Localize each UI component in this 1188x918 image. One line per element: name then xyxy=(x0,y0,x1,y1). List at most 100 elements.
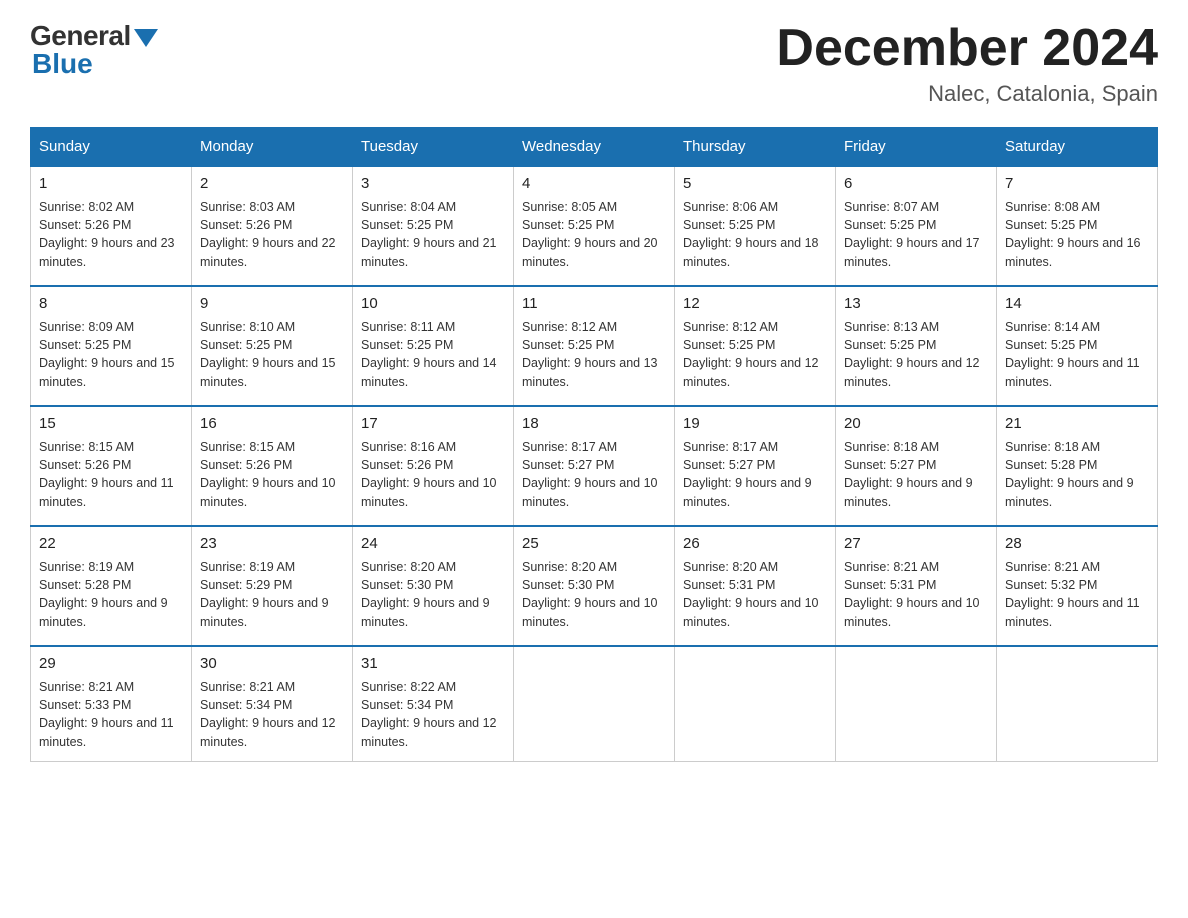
day-number: 3 xyxy=(361,173,505,194)
day-info: Sunrise: 8:22 AMSunset: 5:34 PMDaylight:… xyxy=(361,678,505,751)
logo-arrow-icon xyxy=(134,29,158,47)
day-number: 9 xyxy=(200,293,344,314)
day-info: Sunrise: 8:10 AMSunset: 5:25 PMDaylight:… xyxy=(200,318,344,391)
day-number: 19 xyxy=(683,413,827,434)
calendar-week-row: 29 Sunrise: 8:21 AMSunset: 5:33 PMDaylig… xyxy=(31,646,1158,761)
day-info: Sunrise: 8:15 AMSunset: 5:26 PMDaylight:… xyxy=(39,438,183,511)
day-number: 7 xyxy=(1005,173,1149,194)
calendar-cell: 15 Sunrise: 8:15 AMSunset: 5:26 PMDaylig… xyxy=(31,406,192,526)
day-info: Sunrise: 8:21 AMSunset: 5:34 PMDaylight:… xyxy=(200,678,344,751)
day-number: 26 xyxy=(683,533,827,554)
day-number: 16 xyxy=(200,413,344,434)
day-number: 22 xyxy=(39,533,183,554)
title-section: December 2024 Nalec, Catalonia, Spain xyxy=(776,20,1158,107)
day-number: 1 xyxy=(39,173,183,194)
day-number: 10 xyxy=(361,293,505,314)
calendar-cell: 17 Sunrise: 8:16 AMSunset: 5:26 PMDaylig… xyxy=(353,406,514,526)
calendar-cell: 6 Sunrise: 8:07 AMSunset: 5:25 PMDayligh… xyxy=(836,166,997,286)
day-info: Sunrise: 8:19 AMSunset: 5:29 PMDaylight:… xyxy=(200,558,344,631)
day-info: Sunrise: 8:12 AMSunset: 5:25 PMDaylight:… xyxy=(683,318,827,391)
day-info: Sunrise: 8:03 AMSunset: 5:26 PMDaylight:… xyxy=(200,198,344,271)
calendar-week-row: 22 Sunrise: 8:19 AMSunset: 5:28 PMDaylig… xyxy=(31,526,1158,646)
calendar-cell: 10 Sunrise: 8:11 AMSunset: 5:25 PMDaylig… xyxy=(353,286,514,406)
day-info: Sunrise: 8:07 AMSunset: 5:25 PMDaylight:… xyxy=(844,198,988,271)
day-number: 14 xyxy=(1005,293,1149,314)
header-friday: Friday xyxy=(836,128,997,167)
calendar-cell: 23 Sunrise: 8:19 AMSunset: 5:29 PMDaylig… xyxy=(192,526,353,646)
day-info: Sunrise: 8:02 AMSunset: 5:26 PMDaylight:… xyxy=(39,198,183,271)
header-monday: Monday xyxy=(192,128,353,167)
header-sunday: Sunday xyxy=(31,128,192,167)
calendar-cell: 28 Sunrise: 8:21 AMSunset: 5:32 PMDaylig… xyxy=(997,526,1158,646)
logo: General Blue xyxy=(30,20,158,80)
day-number: 31 xyxy=(361,653,505,674)
day-number: 21 xyxy=(1005,413,1149,434)
calendar-cell: 8 Sunrise: 8:09 AMSunset: 5:25 PMDayligh… xyxy=(31,286,192,406)
calendar-cell: 19 Sunrise: 8:17 AMSunset: 5:27 PMDaylig… xyxy=(675,406,836,526)
calendar-cell: 27 Sunrise: 8:21 AMSunset: 5:31 PMDaylig… xyxy=(836,526,997,646)
calendar-cell: 20 Sunrise: 8:18 AMSunset: 5:27 PMDaylig… xyxy=(836,406,997,526)
day-info: Sunrise: 8:18 AMSunset: 5:28 PMDaylight:… xyxy=(1005,438,1149,511)
calendar-week-row: 15 Sunrise: 8:15 AMSunset: 5:26 PMDaylig… xyxy=(31,406,1158,526)
location-subtitle: Nalec, Catalonia, Spain xyxy=(776,81,1158,107)
calendar-cell: 16 Sunrise: 8:15 AMSunset: 5:26 PMDaylig… xyxy=(192,406,353,526)
calendar-header-row: SundayMondayTuesdayWednesdayThursdayFrid… xyxy=(31,128,1158,167)
day-number: 11 xyxy=(522,293,666,314)
day-number: 20 xyxy=(844,413,988,434)
calendar-cell: 24 Sunrise: 8:20 AMSunset: 5:30 PMDaylig… xyxy=(353,526,514,646)
day-number: 28 xyxy=(1005,533,1149,554)
logo-blue-text: Blue xyxy=(32,48,93,80)
day-number: 25 xyxy=(522,533,666,554)
header-saturday: Saturday xyxy=(997,128,1158,167)
day-number: 29 xyxy=(39,653,183,674)
calendar-cell: 11 Sunrise: 8:12 AMSunset: 5:25 PMDaylig… xyxy=(514,286,675,406)
day-info: Sunrise: 8:08 AMSunset: 5:25 PMDaylight:… xyxy=(1005,198,1149,271)
day-info: Sunrise: 8:17 AMSunset: 5:27 PMDaylight:… xyxy=(683,438,827,511)
header-tuesday: Tuesday xyxy=(353,128,514,167)
calendar-cell: 29 Sunrise: 8:21 AMSunset: 5:33 PMDaylig… xyxy=(31,646,192,761)
day-info: Sunrise: 8:16 AMSunset: 5:26 PMDaylight:… xyxy=(361,438,505,511)
day-number: 12 xyxy=(683,293,827,314)
calendar-week-row: 1 Sunrise: 8:02 AMSunset: 5:26 PMDayligh… xyxy=(31,166,1158,286)
day-number: 24 xyxy=(361,533,505,554)
calendar-cell: 4 Sunrise: 8:05 AMSunset: 5:25 PMDayligh… xyxy=(514,166,675,286)
day-info: Sunrise: 8:20 AMSunset: 5:30 PMDaylight:… xyxy=(361,558,505,631)
calendar-cell: 18 Sunrise: 8:17 AMSunset: 5:27 PMDaylig… xyxy=(514,406,675,526)
day-number: 23 xyxy=(200,533,344,554)
calendar-cell: 9 Sunrise: 8:10 AMSunset: 5:25 PMDayligh… xyxy=(192,286,353,406)
calendar-cell xyxy=(514,646,675,761)
day-info: Sunrise: 8:15 AMSunset: 5:26 PMDaylight:… xyxy=(200,438,344,511)
calendar-cell: 30 Sunrise: 8:21 AMSunset: 5:34 PMDaylig… xyxy=(192,646,353,761)
calendar-cell: 5 Sunrise: 8:06 AMSunset: 5:25 PMDayligh… xyxy=(675,166,836,286)
day-info: Sunrise: 8:20 AMSunset: 5:31 PMDaylight:… xyxy=(683,558,827,631)
day-number: 30 xyxy=(200,653,344,674)
day-info: Sunrise: 8:19 AMSunset: 5:28 PMDaylight:… xyxy=(39,558,183,631)
day-info: Sunrise: 8:21 AMSunset: 5:33 PMDaylight:… xyxy=(39,678,183,751)
month-title: December 2024 xyxy=(776,20,1158,77)
calendar-cell: 31 Sunrise: 8:22 AMSunset: 5:34 PMDaylig… xyxy=(353,646,514,761)
day-number: 27 xyxy=(844,533,988,554)
day-number: 5 xyxy=(683,173,827,194)
calendar-cell: 26 Sunrise: 8:20 AMSunset: 5:31 PMDaylig… xyxy=(675,526,836,646)
day-info: Sunrise: 8:14 AMSunset: 5:25 PMDaylight:… xyxy=(1005,318,1149,391)
day-number: 6 xyxy=(844,173,988,194)
calendar-cell xyxy=(997,646,1158,761)
day-info: Sunrise: 8:17 AMSunset: 5:27 PMDaylight:… xyxy=(522,438,666,511)
header-thursday: Thursday xyxy=(675,128,836,167)
header-wednesday: Wednesday xyxy=(514,128,675,167)
calendar-cell: 25 Sunrise: 8:20 AMSunset: 5:30 PMDaylig… xyxy=(514,526,675,646)
day-info: Sunrise: 8:12 AMSunset: 5:25 PMDaylight:… xyxy=(522,318,666,391)
calendar-cell: 1 Sunrise: 8:02 AMSunset: 5:26 PMDayligh… xyxy=(31,166,192,286)
calendar-week-row: 8 Sunrise: 8:09 AMSunset: 5:25 PMDayligh… xyxy=(31,286,1158,406)
calendar-cell xyxy=(836,646,997,761)
day-number: 8 xyxy=(39,293,183,314)
calendar-cell: 3 Sunrise: 8:04 AMSunset: 5:25 PMDayligh… xyxy=(353,166,514,286)
calendar-cell: 12 Sunrise: 8:12 AMSunset: 5:25 PMDaylig… xyxy=(675,286,836,406)
day-info: Sunrise: 8:05 AMSunset: 5:25 PMDaylight:… xyxy=(522,198,666,271)
day-number: 4 xyxy=(522,173,666,194)
page-header: General Blue December 2024 Nalec, Catalo… xyxy=(30,20,1158,107)
calendar-cell: 2 Sunrise: 8:03 AMSunset: 5:26 PMDayligh… xyxy=(192,166,353,286)
day-number: 13 xyxy=(844,293,988,314)
day-info: Sunrise: 8:21 AMSunset: 5:32 PMDaylight:… xyxy=(1005,558,1149,631)
calendar-cell: 22 Sunrise: 8:19 AMSunset: 5:28 PMDaylig… xyxy=(31,526,192,646)
